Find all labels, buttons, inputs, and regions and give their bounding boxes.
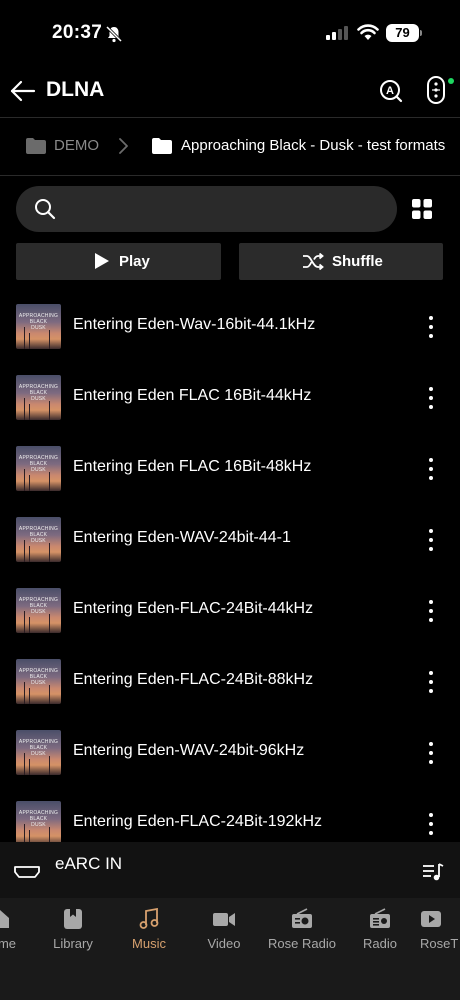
connection-status-dot [448,78,454,84]
search-bar [16,186,397,232]
track-row[interactable]: APPROACHING BLACK DUSK Entering Eden-Wav-1… [0,304,460,375]
album-art: APPROACHING BLACK DUSK [16,730,61,775]
play-label: Play [119,253,150,270]
battery-nub [420,30,422,36]
album-art: APPROACHING BLACK DUSK [16,375,61,420]
battery-level: 79 [386,24,419,42]
nav-item-rose-radio[interactable]: Rose Radio [266,908,338,958]
nav-label: Radio [363,936,397,951]
track-row[interactable]: APPROACHING BLACK DUSK Entering Eden-WAV-2… [0,517,460,588]
album-art-text: DUSK [31,467,46,473]
nav-item-library[interactable]: Library [46,908,100,958]
track-title: Entering Eden-FLAC-24Bit-44kHz [73,600,314,617]
track-title: Entering Eden-FLAC-24Bit-88kHz [73,671,314,688]
home-icon [0,910,9,928]
radio-icon [370,908,390,928]
shuffle-label: Shuffle [332,253,383,270]
track-title: Entering Eden-Wav-16bit-44.1kHz [73,316,316,333]
breadcrumb-current: Approaching Black - Dusk - test formats [181,137,446,154]
track-row[interactable]: APPROACHING BLACK DUSK Entering Eden FLAC … [0,375,460,446]
library-icon [64,909,82,929]
folder-icon [26,138,46,154]
queue-icon[interactable] [422,862,444,882]
status-time: 20:37 [52,22,103,43]
album-art: APPROACHING BLACK DUSK [16,801,61,846]
nav-item-rosetube[interactable]: RoseT [420,908,460,958]
status-bar: 20:37 79 [0,0,460,66]
nav-item-video[interactable]: Video [197,908,251,958]
nav-label: me [0,936,17,951]
page-title: DLNA [46,78,105,101]
more-options-icon[interactable] [424,527,438,553]
nav-item-home[interactable]: me [0,908,20,958]
search-input[interactable] [68,194,378,224]
breadcrumb-parent[interactable]: DEMO [54,137,99,154]
play-all-button[interactable]: Play [16,243,221,280]
album-art-text: DUSK [31,680,46,686]
search-icon [35,199,56,220]
track-row[interactable]: APPROACHING BLACK DUSK Entering Eden-FLAC-… [0,659,460,730]
track-title: Entering Eden-WAV-24bit-44-1 [73,529,291,546]
nav-item-music[interactable]: Music [122,908,176,958]
mini-player[interactable]: eARC IN [0,842,460,898]
album-art-text: DUSK [31,325,46,331]
hdmi-icon [14,866,40,878]
auto-mode-icon[interactable]: A [378,78,404,104]
nav-label: Library [53,936,93,951]
more-options-icon[interactable] [424,669,438,695]
album-art-text: DUSK [31,538,46,544]
album-art: APPROACHING BLACK DUSK [16,304,61,349]
chevron-right-icon [119,138,128,154]
track-title: Entering Eden FLAC 16Bit-44kHz [73,387,312,404]
album-art: APPROACHING BLACK DUSK [16,517,61,562]
album-art-text: DUSK [31,396,46,402]
album-art-text: DUSK [31,751,46,757]
track-title: Entering Eden FLAC 16Bit-48kHz [73,458,312,475]
breadcrumb: DEMO Approaching Black - Dusk - test for… [0,118,460,174]
track-row[interactable]: APPROACHING BLACK DUSK Entering Eden-WAV-2… [0,730,460,801]
nav-label: RoseT [420,936,459,951]
shuffle-button[interactable]: Shuffle [239,243,443,280]
nav-label: Music [132,936,166,951]
play-icon [95,253,109,269]
nav-label: Video [207,936,241,951]
track-row[interactable]: APPROACHING BLACK DUSK Entering Eden-FLAC-… [0,588,460,659]
rosetube-icon [421,911,441,927]
remote-control-icon[interactable] [426,76,446,104]
shuffle-icon [303,253,324,270]
rose-radio-icon [292,908,312,928]
track-row[interactable]: APPROACHING BLACK DUSK Entering Eden FLAC … [0,446,460,517]
grid-view-icon[interactable] [412,199,432,219]
more-options-icon[interactable] [424,740,438,766]
wifi-icon [357,24,379,40]
nav-label: Rose Radio [268,936,336,951]
track-title: Entering Eden-WAV-24bit-96kHz [73,742,305,759]
input-source-label: eARC IN [55,854,123,873]
more-options-icon[interactable] [424,314,438,340]
album-art: APPROACHING BLACK DUSK [16,659,61,704]
more-options-icon[interactable] [424,598,438,624]
album-art-text: DUSK [31,822,46,828]
cellular-signal-icon [326,26,348,40]
video-icon [213,913,235,926]
music-icon [139,908,159,929]
back-arrow-icon[interactable] [10,79,36,103]
bottom-navigation: me Library Music Video Rose Radio Radio … [0,898,460,1000]
more-options-icon[interactable] [424,456,438,482]
album-art: APPROACHING BLACK DUSK [16,588,61,633]
track-title: Entering Eden-FLAC-24Bit-192kHz [73,813,323,830]
bell-muted-icon [105,25,123,43]
folder-icon [152,138,172,154]
nav-item-radio[interactable]: Radio [354,908,406,958]
album-art: APPROACHING BLACK DUSK [16,446,61,491]
more-options-icon[interactable] [424,385,438,411]
breadcrumb-divider [0,175,460,176]
more-options-icon[interactable] [424,811,438,837]
svg-text:A: A [386,85,394,97]
app-header: DLNA A [0,66,460,116]
album-art-text: DUSK [31,609,46,615]
